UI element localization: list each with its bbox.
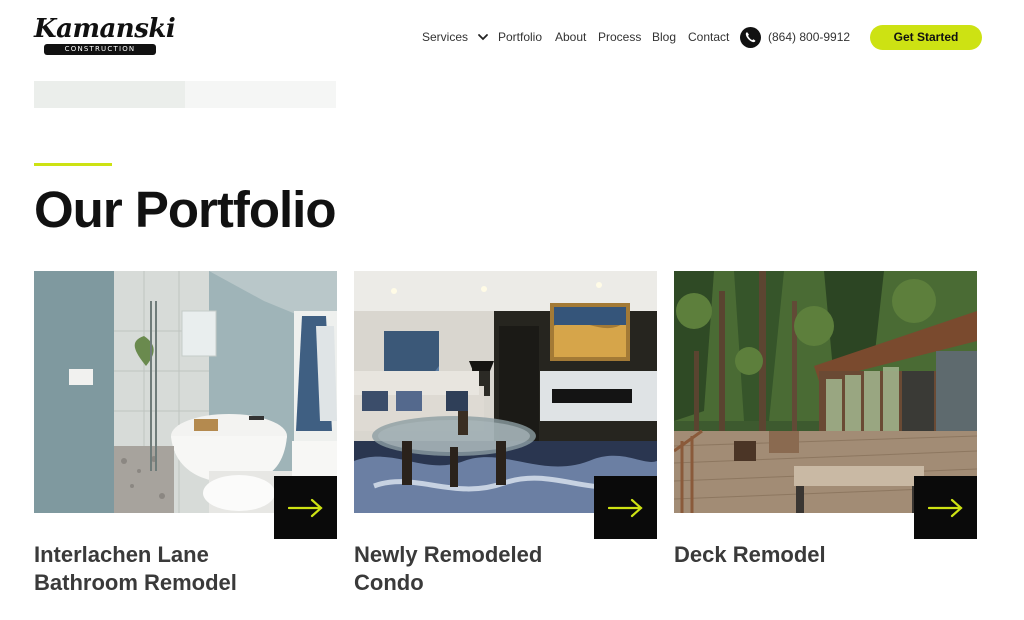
card-link-button[interactable]: [594, 476, 657, 539]
nav-contact[interactable]: Contact: [688, 30, 729, 44]
slider-progress-fill: [34, 81, 185, 108]
nav-services[interactable]: Services: [422, 30, 468, 44]
portfolio-card[interactable]: Interlachen Lane Bathroom Remodel: [34, 271, 337, 601]
nav-portfolio[interactable]: Portfolio: [498, 30, 542, 44]
chevron-down-icon[interactable]: [477, 31, 489, 43]
portfolio-card[interactable]: Newly Remodeled Condo: [354, 271, 657, 601]
get-started-button[interactable]: Get Started: [870, 25, 982, 50]
arrow-right-icon: [928, 498, 963, 518]
arrow-right-icon: [608, 498, 643, 518]
slider-progress-track: [34, 81, 336, 108]
card-title[interactable]: Newly Remodeled Condo: [354, 541, 614, 597]
logo-band-text: CONSTRUCTION: [64, 45, 136, 53]
brand-logo[interactable]: Kamanski CONSTRUCTION: [34, 14, 176, 58]
site-header: Kamanski CONSTRUCTION Services Portfolio…: [0, 0, 1024, 76]
nav-about[interactable]: About: [555, 30, 586, 44]
logo-script-text: Kamanski: [34, 14, 176, 44]
phone-icon[interactable]: [740, 27, 761, 48]
arrow-right-icon: [288, 498, 323, 518]
card-link-button[interactable]: [914, 476, 977, 539]
card-title[interactable]: Interlachen Lane Bathroom Remodel: [34, 541, 294, 597]
card-link-button[interactable]: [274, 476, 337, 539]
card-title[interactable]: Deck Remodel: [674, 541, 934, 569]
nav-process[interactable]: Process: [598, 30, 641, 44]
phone-number[interactable]: (864) 800-9912: [768, 30, 850, 44]
section-title: Our Portfolio: [34, 181, 336, 238]
nav-blog[interactable]: Blog: [652, 30, 676, 44]
section-accent-line: [34, 163, 112, 166]
portfolio-card[interactable]: Deck Remodel: [674, 271, 977, 601]
logo-band: CONSTRUCTION: [44, 44, 156, 55]
